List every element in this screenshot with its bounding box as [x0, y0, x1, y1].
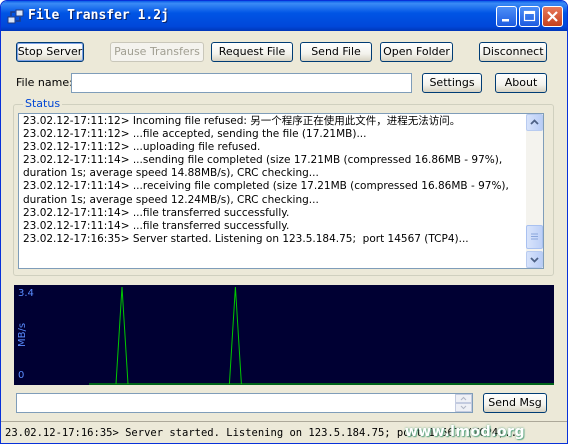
- message-input[interactable]: [16, 393, 473, 413]
- speed-graph-plot: [89, 286, 554, 385]
- log-line: 23.02.12-17:11:12> ...uploading file ref…: [23, 141, 261, 154]
- open-folder-button[interactable]: Open Folder: [380, 42, 453, 62]
- speed-spike: [115, 286, 129, 385]
- log-line: 23.02.12-17:11:12> ...file accepted, sen…: [23, 128, 367, 141]
- log-line: 23.02.12-17:11:14> ...file transferred s…: [23, 206, 290, 219]
- status-log[interactable]: 23.02.12-17:11:12> Incoming file refused…: [18, 113, 544, 269]
- scroll-thumb[interactable]: [526, 225, 543, 249]
- status-legend: Status: [23, 97, 63, 110]
- about-button[interactable]: About: [495, 73, 547, 93]
- watermark: www.lmod.org: [404, 424, 525, 440]
- minimize-button[interactable]: [496, 6, 517, 27]
- log-line: 23.02.12-17:11:14> ...file transferred s…: [23, 219, 290, 232]
- status-bar: 23.02.12-17:16:35> Server started. Liste…: [1, 421, 567, 443]
- graph-y-max-label: 3.4: [18, 288, 34, 299]
- grip-icon: [531, 233, 538, 240]
- maximize-button[interactable]: [519, 6, 540, 27]
- spin-arrows-icon: [455, 394, 472, 412]
- log-line: 23.02.12-17:16:35> Server started. Liste…: [23, 232, 469, 245]
- close-icon: [547, 11, 558, 22]
- graph-y-min-label: 0: [18, 370, 25, 381]
- log-line: 23.02.12-17:11:14> ...sending file compl…: [23, 154, 506, 180]
- send-file-button[interactable]: Send File: [300, 42, 372, 62]
- send-msg-button[interactable]: Send Msg: [483, 393, 547, 413]
- app-window: File Transfer 1.2j Stop Server Pause Tra…: [0, 0, 568, 444]
- log-line: 23.02.12-17:11:12> Incoming file refused…: [23, 115, 461, 127]
- minimize-icon: [502, 19, 509, 22]
- chevron-up-icon: [530, 119, 539, 125]
- status-log-lines: 23.02.12-17:11:12> Incoming file refused…: [23, 115, 523, 246]
- window-title: File Transfer 1.2j: [28, 8, 169, 23]
- request-file-button[interactable]: Request File: [211, 42, 293, 62]
- settings-button[interactable]: Settings: [422, 73, 482, 93]
- close-button[interactable]: [542, 6, 563, 27]
- transfer-icon: [7, 9, 24, 24]
- scroll-up-button[interactable]: [526, 114, 543, 131]
- status-scrollbar[interactable]: [526, 114, 543, 268]
- speed-graph: 3.4 MB/s 0: [14, 285, 554, 385]
- maximize-icon: [523, 10, 536, 22]
- title-bar[interactable]: File Transfer 1.2j: [1, 1, 567, 31]
- scroll-down-button[interactable]: [526, 251, 543, 268]
- pause-transfers-button[interactable]: Pause Transfers: [110, 42, 204, 62]
- message-spin[interactable]: [455, 394, 472, 412]
- log-line: 23.02.12-17:11:14> ...receiving file com…: [23, 180, 513, 206]
- chevron-down-icon: [530, 257, 539, 263]
- stop-server-button[interactable]: Stop Server: [16, 42, 84, 62]
- file-name-input[interactable]: [71, 73, 412, 93]
- graph-unit-label: MB/s: [17, 322, 28, 347]
- disconnect-button[interactable]: Disconnect: [479, 42, 547, 62]
- speed-spike: [228, 286, 242, 385]
- file-name-label: File name:: [16, 76, 73, 89]
